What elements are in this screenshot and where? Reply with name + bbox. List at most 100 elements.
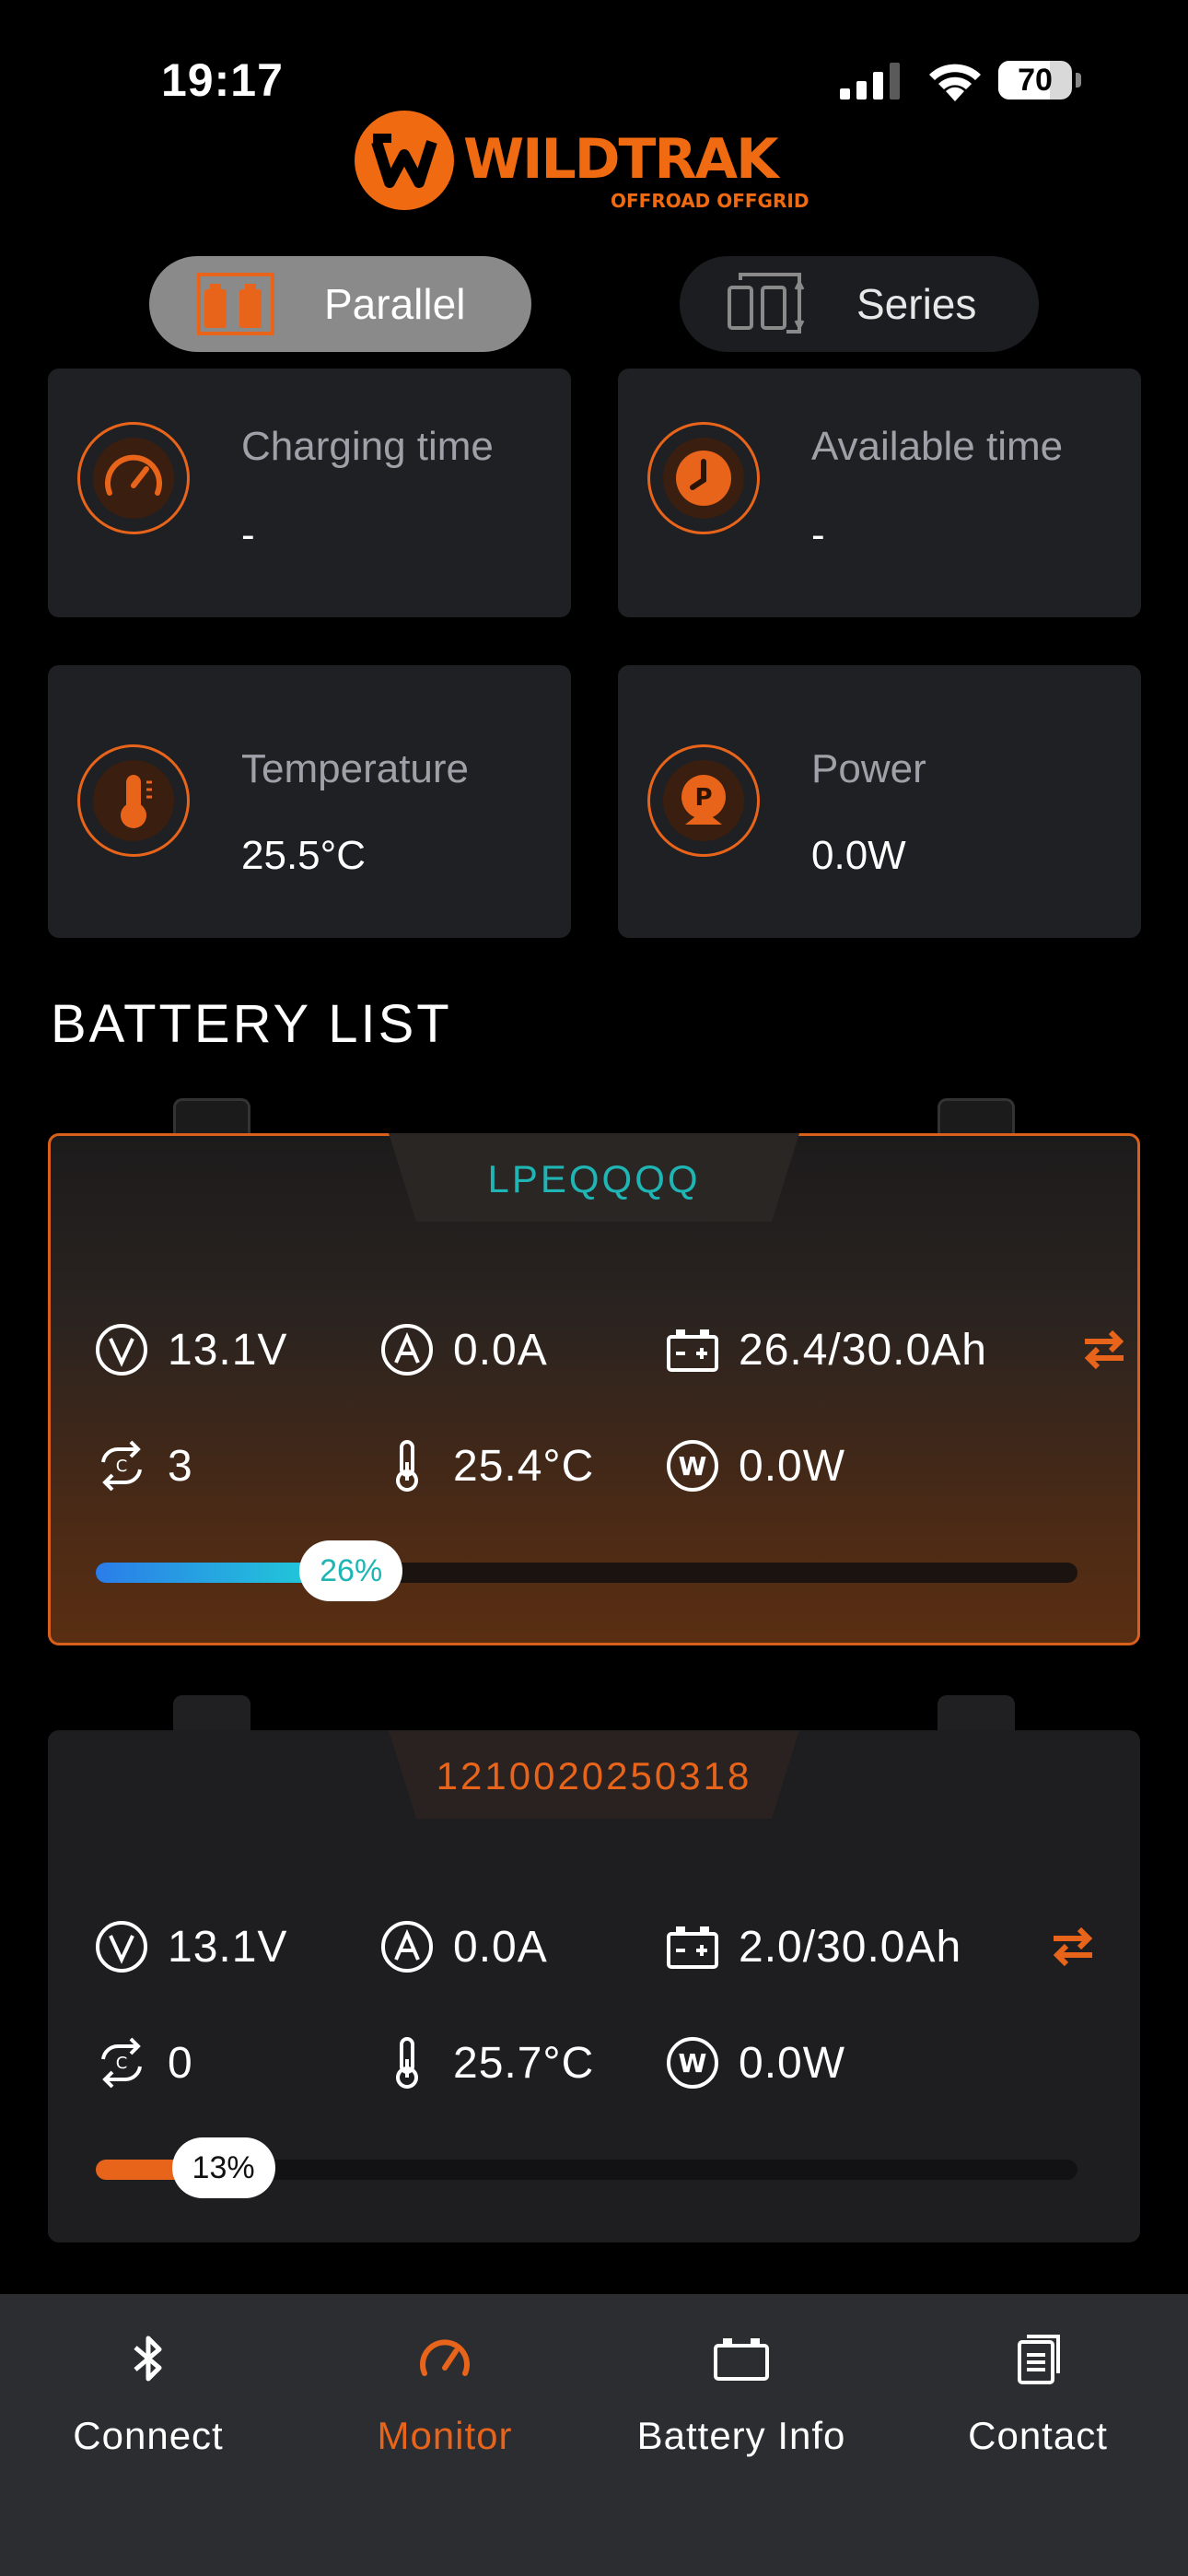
logo-tagline: OFFROAD OFFGRID — [611, 190, 809, 212]
charge-progress-bar: 26% — [96, 1540, 1077, 1601]
available-time-card: Available time - — [618, 369, 1141, 617]
bottom-navigation: Connect Monitor Battery Info Contact — [0, 2294, 1188, 2576]
power-title: Power — [811, 746, 926, 791]
series-label: Series — [856, 280, 977, 328]
wifi-icon — [929, 64, 981, 101]
capacity-value: 2.0/30.0Ah — [739, 1922, 962, 1972]
cycles-value: 0 — [168, 2038, 193, 2088]
capacity-value: 26.4/30.0Ah — [739, 1325, 987, 1375]
nav-battery-info-label: Battery Info — [636, 2414, 846, 2457]
clock-icon — [647, 422, 760, 534]
nav-battery-info[interactable]: Battery Info — [593, 2294, 890, 2478]
svg-text:W: W — [679, 1451, 707, 1481]
watt-icon: W — [667, 1440, 718, 1492]
battery-list-title: BATTERY LIST — [51, 994, 452, 1054]
voltage-value: 13.1V — [168, 1922, 288, 1972]
battery-card-1[interactable]: LPEQQQQ 13.1V 0.0A 26.4/30.0Ah C 3 25.4°… — [48, 1098, 1140, 1647]
voltage-value: 13.1V — [168, 1325, 288, 1375]
battery-card-2[interactable]: 1210020250318 13.1V 0.0A 2.0/30.0Ah C 0 … — [48, 1695, 1140, 2244]
charging-time-card: Charging time - — [48, 369, 571, 617]
battery-stats-row-2: C 3 25.4°C W 0.0W — [94, 1434, 1107, 1498]
parallel-batteries-icon — [197, 273, 274, 335]
battery-power-stat: W 0.0W — [665, 2031, 845, 2095]
battery-status-icon: 70 — [998, 61, 1072, 100]
available-time-value: - — [811, 512, 825, 557]
battery-name: 1210020250318 — [436, 1754, 752, 1797]
logo-name: WILDTRAK — [463, 127, 779, 192]
battery-temperature-value: 25.4°C — [453, 1441, 595, 1491]
speedometer-icon — [77, 422, 190, 534]
cycle-icon: C — [101, 2037, 142, 2089]
battery-nub — [1076, 73, 1081, 88]
voltage-stat: 13.1V — [94, 1317, 287, 1382]
capacity-stat: 26.4/30.0Ah — [665, 1317, 987, 1382]
svg-text:C: C — [116, 2054, 128, 2073]
charge-progress-bar: 13% — [96, 2137, 1077, 2198]
cycles-stat: C 3 — [94, 1434, 193, 1498]
battery-power-value: 0.0W — [739, 2038, 846, 2088]
status-time: 19:17 — [161, 54, 284, 106]
swap-arrows-icon[interactable] — [1079, 1327, 1129, 1373]
bluetooth-icon — [134, 2336, 162, 2382]
battery-percent: 70 — [1018, 63, 1053, 98]
nav-monitor[interactable]: Monitor — [297, 2294, 593, 2478]
battery-stats-row-1: 13.1V 0.0A 26.4/30.0Ah — [94, 1317, 1124, 1382]
battery-power-value: 0.0W — [739, 1441, 846, 1491]
parallel-mode-button[interactable]: Parallel — [149, 256, 531, 352]
battery-icon — [714, 2338, 769, 2381]
gauge-icon — [420, 2339, 470, 2376]
current-icon — [381, 1324, 433, 1376]
temperature-title: Temperature — [241, 746, 470, 791]
nav-contact-label: Contact — [968, 2414, 1108, 2457]
power-card: P Power 0.0W — [618, 665, 1141, 938]
current-icon — [381, 1921, 433, 1973]
capacity-battery-icon — [667, 1329, 718, 1372]
battery-stats-row-2: C 0 25.7°C W 0.0W — [94, 2031, 1107, 2095]
current-value: 0.0A — [453, 1325, 548, 1375]
nav-connect[interactable]: Connect — [0, 2294, 297, 2478]
battery-thermometer-icon — [396, 1440, 418, 1492]
logo-mark-icon — [355, 111, 454, 210]
watt-icon: W — [667, 2037, 718, 2089]
app-logo: WILDTRAK OFFROAD OFFGRID — [355, 109, 843, 215]
battery-thermometer-icon — [396, 2037, 418, 2089]
current-stat: 0.0A — [379, 1317, 548, 1382]
current-value: 0.0A — [453, 1922, 548, 1972]
cycles-stat: C 0 — [94, 2031, 193, 2095]
charging-time-title: Charging time — [241, 424, 494, 469]
capacity-stat: 2.0/30.0Ah — [665, 1914, 961, 1979]
document-icon — [1018, 2335, 1060, 2384]
cycles-value: 3 — [168, 1441, 193, 1491]
cycle-icon: C — [101, 1440, 142, 1492]
temperature-value: 25.5°C — [241, 833, 367, 878]
power-meter-icon: P — [647, 744, 760, 857]
voltage-icon — [96, 1324, 147, 1376]
battery-temperature-stat: 25.7°C — [379, 2031, 594, 2095]
status-bar: 19:17 70 — [0, 0, 1188, 111]
current-stat: 0.0A — [379, 1914, 548, 1979]
parallel-label: Parallel — [324, 280, 466, 328]
battery-stats-row-1: 13.1V 0.0A 2.0/30.0Ah — [94, 1914, 1107, 1979]
nav-connect-label: Connect — [73, 2414, 224, 2457]
charging-time-value: - — [241, 512, 255, 557]
battery-temperature-stat: 25.4°C — [379, 1434, 594, 1498]
voltage-icon — [96, 1921, 147, 1973]
svg-text:C: C — [116, 1457, 128, 1476]
power-value: 0.0W — [811, 833, 906, 878]
thermometer-icon — [77, 744, 190, 857]
svg-text:W: W — [679, 2048, 707, 2078]
battery-power-stat: W 0.0W — [665, 1434, 845, 1498]
series-batteries-icon — [728, 273, 805, 334]
nav-monitor-label: Monitor — [377, 2414, 513, 2457]
swap-arrows-icon[interactable] — [1048, 1924, 1098, 1970]
charge-percent-badge: 26% — [299, 1540, 403, 1601]
available-time-title: Available time — [811, 424, 1064, 469]
svg-text:P: P — [694, 784, 712, 812]
battery-temperature-value: 25.7°C — [453, 2038, 595, 2088]
capacity-battery-icon — [667, 1926, 718, 1969]
series-mode-button[interactable]: Series — [680, 256, 1039, 352]
nav-contact[interactable]: Contact — [890, 2294, 1186, 2478]
voltage-stat: 13.1V — [94, 1914, 287, 1979]
cellular-signal-icon — [840, 63, 900, 100]
status-indicators: 70 — [838, 57, 1096, 103]
